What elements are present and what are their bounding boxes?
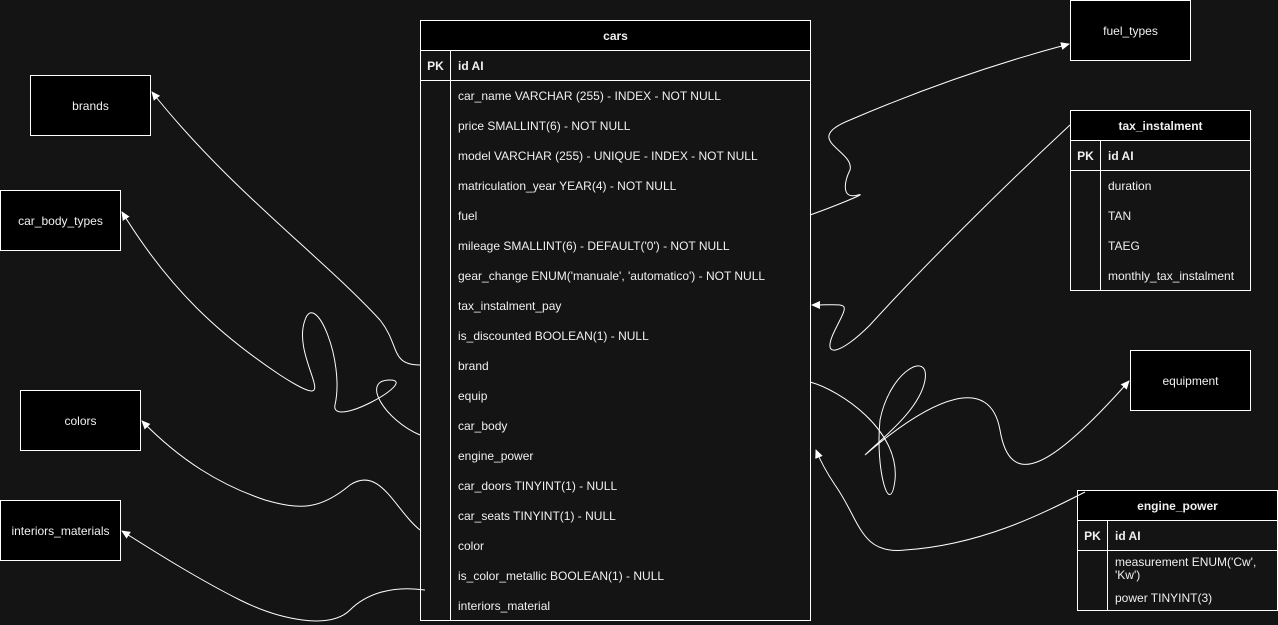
table-cars-field[interactable]: car_name VARCHAR (255) - INDEX - NOT NUL… [451, 81, 810, 111]
table-engine-power-title: engine_power [1078, 491, 1277, 521]
entity-colors[interactable]: colors [20, 390, 141, 451]
entity-car-body-types[interactable]: car_body_types [0, 190, 121, 251]
table-tax-instalment-pk-field: id AI [1108, 148, 1134, 163]
table-cars-fields: car_name VARCHAR (255) - INDEX - NOT NUL… [451, 81, 810, 620]
table-cars-field[interactable]: is_discounted BOOLEAN(1) - NULL [451, 321, 810, 351]
edge-tax-instalment-pay-to-tax-instalment[interactable] [811, 124, 1071, 351]
table-cars-field[interactable]: car_doors TINYINT(1) - NULL [451, 471, 810, 501]
table-tax-instalment-fields: duration TAN TAEG monthly_tax_instalment [1101, 171, 1250, 290]
table-cars-key-gutter [421, 81, 451, 620]
edge-engine-power-to-engine-power[interactable] [815, 449, 1086, 551]
table-tax-instalment-pk-label: PK [1071, 141, 1101, 170]
table-cars-title: cars [421, 21, 810, 51]
table-engine-power-pk-row[interactable]: PK id AI [1078, 521, 1277, 551]
table-engine-power-key-gutter [1078, 551, 1108, 610]
edge-car-body-to-car-body-types[interactable] [121, 211, 421, 436]
edge-brand-to-brands[interactable] [151, 91, 421, 366]
entity-equipment[interactable]: equipment [1130, 350, 1251, 411]
table-cars-field[interactable]: is_color_metallic BOOLEAN(1) - NULL [451, 561, 810, 591]
table-tax-instalment-field[interactable]: monthly_tax_instalment [1101, 261, 1250, 291]
entity-colors-label: colors [64, 413, 97, 428]
entity-interiors-materials-label: interiors_materials [11, 523, 110, 538]
entity-brands-label: brands [72, 98, 109, 113]
table-tax-instalment-title: tax_instalment [1071, 111, 1250, 141]
entity-equipment-label: equipment [1162, 373, 1219, 388]
table-cars-field[interactable]: mileage SMALLINT(6) - DEFAULT('0') - NOT… [451, 231, 810, 261]
table-cars-field[interactable]: gear_change ENUM('manuale', 'automatico'… [451, 261, 810, 291]
table-cars-field[interactable]: equip [451, 381, 810, 411]
table-cars-field[interactable]: brand [451, 351, 810, 381]
table-cars-field[interactable]: car_seats TINYINT(1) - NULL [451, 501, 810, 531]
entity-car-body-types-label: car_body_types [18, 213, 103, 228]
table-engine-power-pk-label: PK [1078, 521, 1108, 550]
table-tax-instalment-field[interactable]: duration [1101, 171, 1250, 201]
table-engine-power-field[interactable]: measurement ENUM('Cw', 'Kw') [1108, 551, 1277, 587]
edge-interiors-to-interiors-materials[interactable] [121, 530, 426, 622]
table-tax-instalment-key-gutter [1071, 171, 1101, 290]
entity-interiors-materials[interactable]: interiors_materials [0, 500, 121, 561]
edge-equip-to-equipment[interactable] [809, 365, 1130, 496]
table-engine-power-field[interactable]: power TINYINT(3) [1108, 587, 1277, 610]
table-engine-power[interactable]: engine_power PK id AI measurement ENUM('… [1077, 490, 1278, 611]
entity-fuel-types-label: fuel_types [1103, 23, 1158, 38]
table-tax-instalment-pk-row[interactable]: PK id AI [1071, 141, 1250, 171]
table-cars-pk-row[interactable]: PK id AI [421, 51, 810, 81]
table-cars-field[interactable]: engine_power [451, 441, 810, 471]
table-engine-power-pk-field: id AI [1115, 528, 1141, 543]
entity-brands[interactable]: brands [30, 75, 151, 136]
table-cars-field[interactable]: matriculation_year YEAR(4) - NOT NULL [451, 171, 810, 201]
diagram-canvas: brands car_body_types colors interiors_m… [0, 0, 1278, 625]
table-cars[interactable]: cars PK id AI car_name VARCHAR (255) - I… [420, 20, 811, 621]
table-cars-field[interactable]: fuel [451, 201, 810, 231]
table-cars-field[interactable]: car_body [451, 411, 810, 441]
table-tax-instalment-field[interactable]: TAEG [1101, 231, 1250, 261]
table-cars-pk-field: id AI [458, 58, 484, 73]
entity-fuel-types[interactable]: fuel_types [1070, 0, 1191, 61]
table-cars-field[interactable]: tax_instalment_pay [451, 291, 810, 321]
table-tax-instalment-field[interactable]: TAN [1101, 201, 1250, 231]
table-engine-power-fields: measurement ENUM('Cw', 'Kw') power TINYIN… [1108, 551, 1277, 610]
table-cars-field[interactable]: price SMALLINT(6) - NOT NULL [451, 111, 810, 141]
table-tax-instalment[interactable]: tax_instalment PK id AI duration TAN TAEG m… [1070, 110, 1251, 291]
edge-fuel-to-fuel-types[interactable] [809, 42, 1070, 216]
table-cars-field[interactable]: interiors_material [451, 591, 810, 621]
table-cars-field[interactable]: color [451, 531, 810, 561]
edge-color-to-colors[interactable] [141, 420, 421, 531]
table-cars-pk-label: PK [421, 51, 451, 80]
table-cars-field[interactable]: model VARCHAR (255) - UNIQUE - INDEX - N… [451, 141, 810, 171]
